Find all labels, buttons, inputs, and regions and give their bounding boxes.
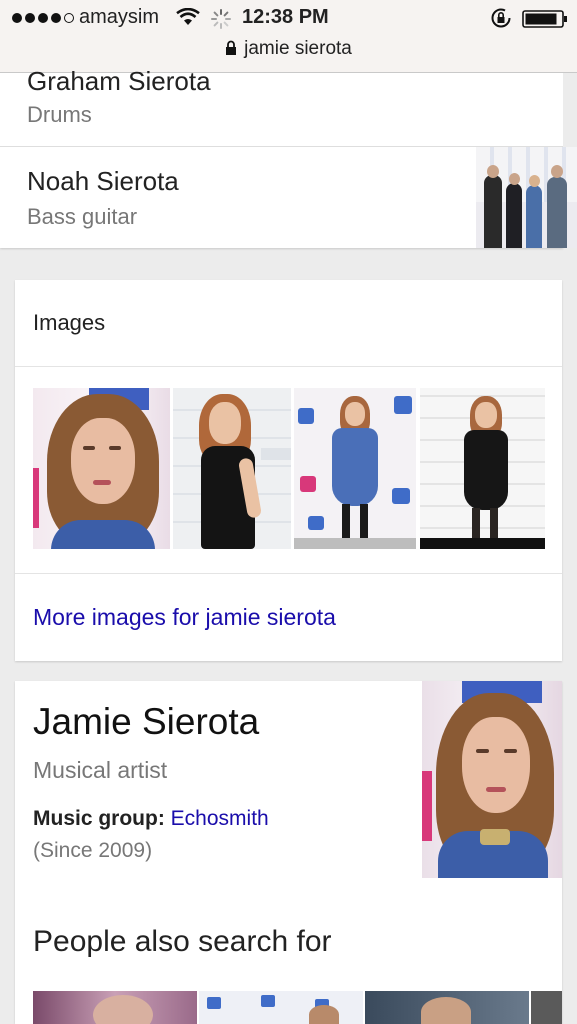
entity-subtitle: Musical artist xyxy=(33,757,168,783)
related-thumbnail-2[interactable] xyxy=(199,991,363,1024)
loading-spinner-icon xyxy=(211,9,231,29)
member-role: Drums xyxy=(27,102,92,127)
images-card-title: Images xyxy=(33,310,106,335)
wifi-icon xyxy=(176,8,200,25)
related-thumbnail-3[interactable] xyxy=(365,991,529,1024)
images-card-header: Images xyxy=(15,280,562,367)
music-group-label: Music group: xyxy=(33,807,165,830)
knowledge-panel: Jamie Sierota Musical artist Music group… xyxy=(15,681,562,1024)
entity-photo[interactable] xyxy=(422,681,562,878)
image-result-2[interactable] xyxy=(173,388,291,549)
people-also-search-heading: People also search for xyxy=(33,925,332,958)
member-role: Bass guitar xyxy=(27,204,138,229)
related-thumbnail-1[interactable] xyxy=(33,991,197,1024)
images-card: Images More images for jamie sierota xyxy=(15,280,562,661)
more-images-link[interactable]: More images for jamie sierota xyxy=(33,604,336,631)
images-card-divider xyxy=(15,573,562,574)
band-photo-thumbnail[interactable] xyxy=(476,147,577,248)
rotation-lock-icon xyxy=(491,8,511,28)
signal-dots-icon xyxy=(12,13,74,23)
music-group-link[interactable]: Echosmith xyxy=(171,807,269,830)
battery-icon xyxy=(522,10,567,28)
lock-icon xyxy=(226,40,237,55)
image-result-3[interactable] xyxy=(294,388,416,549)
address-bar[interactable]: jamie sierota xyxy=(0,38,577,60)
list-item-graham[interactable]: Graham Sierota Drums xyxy=(0,66,563,147)
music-group-fact: Music group: Echosmith xyxy=(33,807,269,831)
entity-title: Jamie Sierota xyxy=(33,701,260,742)
image-result-1[interactable] xyxy=(33,388,170,549)
carrier-name: amaysim xyxy=(79,6,160,28)
related-thumbnail-4[interactable] xyxy=(531,991,562,1024)
music-group-since: (Since 2009) xyxy=(33,839,153,862)
status-bar: amaysim 12:38 PM jamie sierota xyxy=(0,0,577,73)
url-text: jamie sierota xyxy=(244,38,352,59)
list-item-noah[interactable]: Noah Sierota Bass guitar xyxy=(0,147,577,248)
member-name: Noah Sierota xyxy=(27,166,179,196)
image-result-4[interactable] xyxy=(420,388,545,549)
status-time: 12:38 PM xyxy=(242,6,329,28)
member-name: Graham Sierota xyxy=(27,66,211,96)
